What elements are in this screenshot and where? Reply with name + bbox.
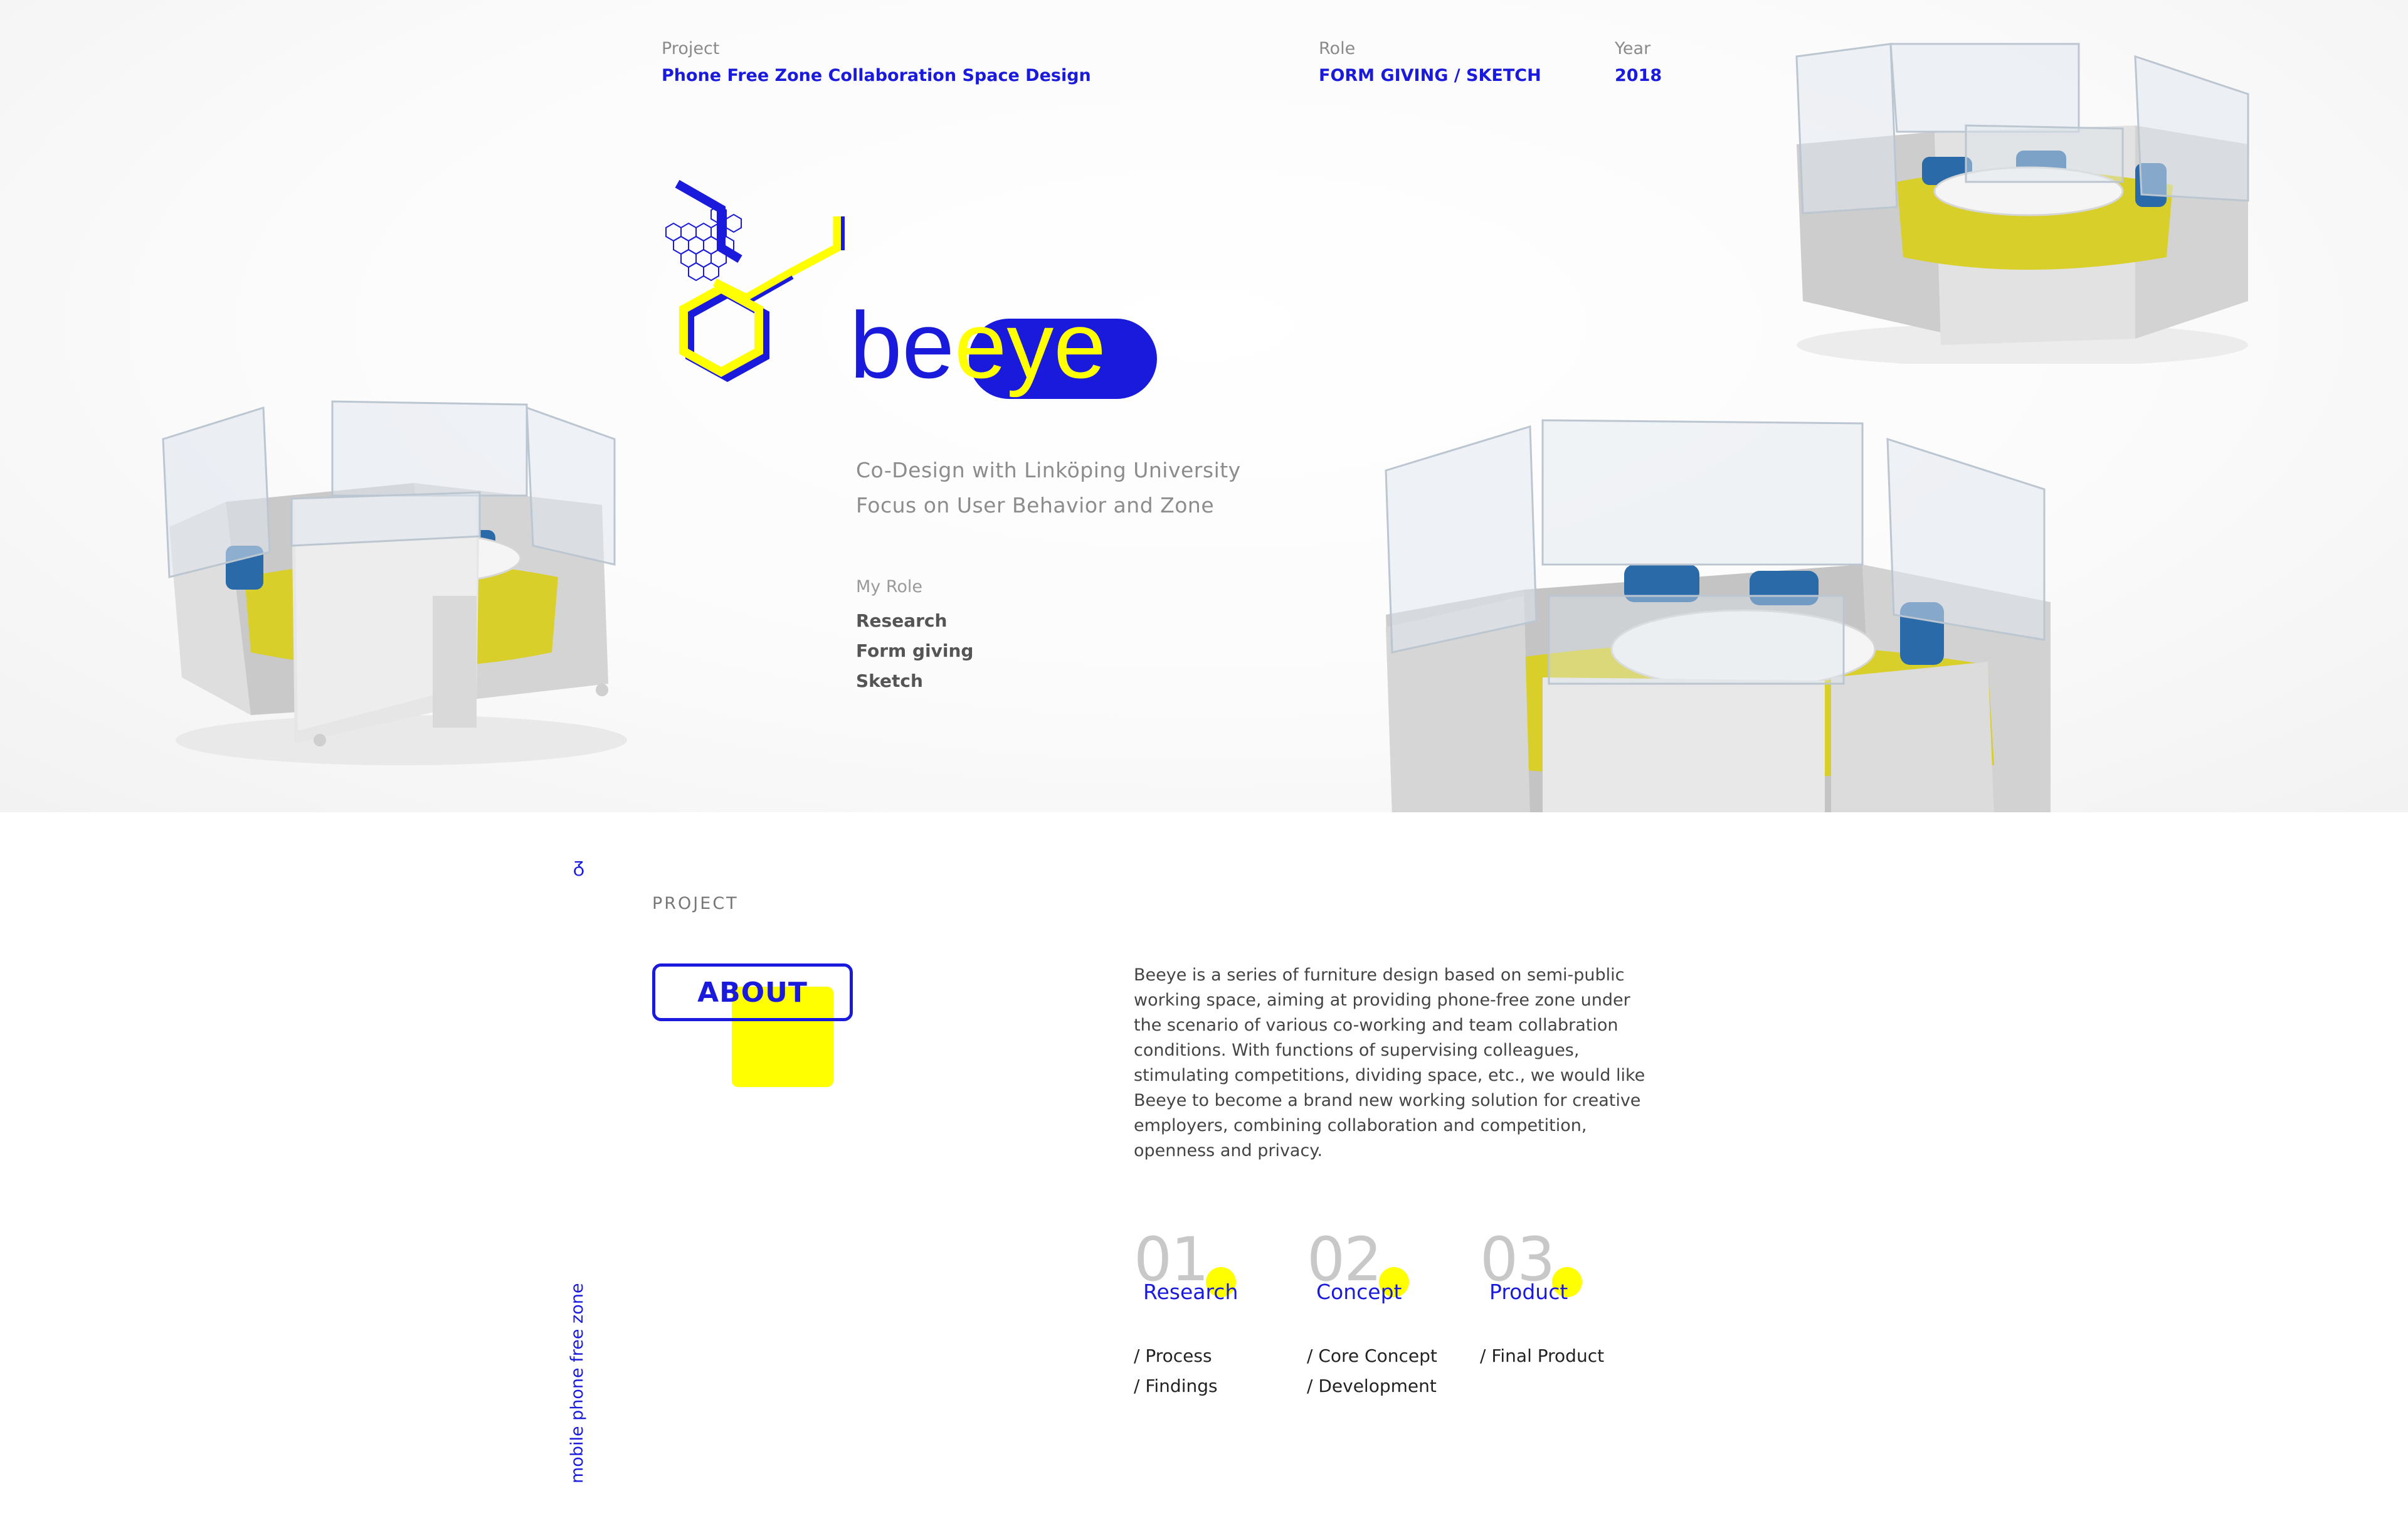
about-paragraph: Beeye is a series of furniture design ba… xyxy=(1134,963,1698,1164)
tagline-line1: Co-Design with Linköping University xyxy=(856,458,1241,482)
about-paragraph-line: employers, combining collaboration and c… xyxy=(1134,1116,1587,1135)
about-title: ABOUT xyxy=(697,976,808,1009)
step-link-findings[interactable]: / Findings xyxy=(1134,1371,1218,1401)
tagline-line2: Focus on User Behavior and Zone xyxy=(856,493,1215,517)
role-value: FORM GIVING / SKETCH xyxy=(1319,66,1541,85)
section-eyebrow: PROJECT xyxy=(652,894,739,913)
about-heading-box: ABOUT xyxy=(652,963,853,1021)
year-value: 2018 xyxy=(1615,66,1662,85)
step-title[interactable]: Product xyxy=(1489,1280,1568,1304)
small-logo-icon: ᵹ xyxy=(573,853,584,877)
year-label: Year xyxy=(1615,39,1651,58)
step-product[interactable]: 03 Product / Final Product xyxy=(1480,1229,1649,1418)
role-item-research: Research xyxy=(856,610,948,631)
beeye-logo-icon xyxy=(665,179,845,382)
role-label: Role xyxy=(1319,39,1356,58)
about-paragraph-line: stimulating competitions, dividing space… xyxy=(1134,1066,1645,1085)
step-link-final-product[interactable]: / Final Product xyxy=(1480,1341,1604,1371)
step-link-process[interactable]: / Process xyxy=(1134,1341,1212,1371)
step-research[interactable]: 01 Research / Process / Findings xyxy=(1134,1229,1303,1418)
about-paragraph-line: the scenario of various co-working and t… xyxy=(1134,1016,1619,1035)
about-paragraph-line: working space, aiming at providing phone… xyxy=(1134,990,1630,1010)
wordmark-prefix: be xyxy=(850,292,954,398)
step-title[interactable]: Research xyxy=(1143,1280,1238,1304)
step-link-core-concept[interactable]: / Core Concept xyxy=(1307,1341,1437,1371)
project-label: Project xyxy=(662,39,720,58)
furniture-render-left xyxy=(162,400,627,765)
step-title[interactable]: Concept xyxy=(1316,1280,1402,1304)
furniture-render-bottom-right xyxy=(1385,419,2051,812)
about-paragraph-line: conditions. With functions of supervisin… xyxy=(1134,1041,1580,1060)
about-paragraph-line: Beeye is a series of furniture design ba… xyxy=(1134,965,1625,985)
hero-section: Project Phone Free Zone Collaboration Sp… xyxy=(0,0,2408,812)
my-role-label: My Role xyxy=(856,577,923,597)
step-link-development[interactable]: / Development xyxy=(1307,1371,1437,1401)
project-value: Phone Free Zone Collaboration Space Desi… xyxy=(662,66,1091,85)
role-item-form-giving: Form giving xyxy=(856,640,974,661)
about-paragraph-line: openness and privacy. xyxy=(1134,1141,1323,1160)
furniture-render-top-right xyxy=(1795,43,2249,364)
step-concept[interactable]: 02 Concept / Core Concept / Development xyxy=(1307,1229,1476,1418)
role-item-sketch: Sketch xyxy=(856,671,923,691)
about-paragraph-line: Beeye to become a brand new working solu… xyxy=(1134,1091,1641,1110)
side-vertical-label: mobile phone free zone xyxy=(568,1283,587,1483)
wordmark-highlight: eye xyxy=(954,292,1106,398)
